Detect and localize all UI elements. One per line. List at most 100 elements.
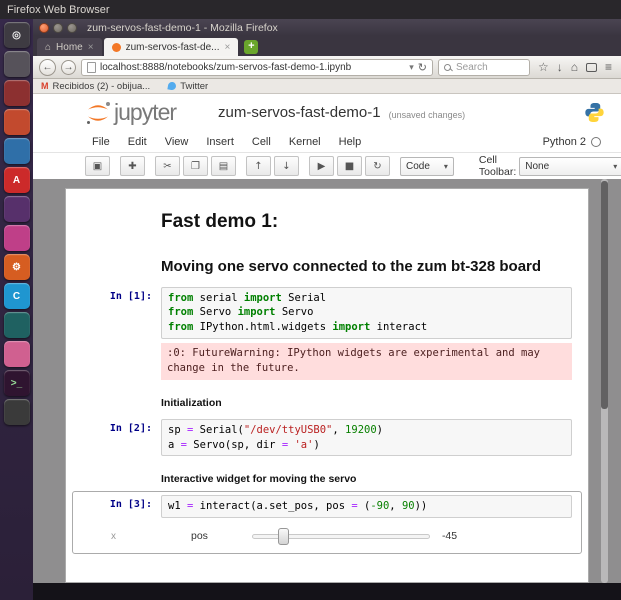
launcher-app-maroon-icon[interactable] <box>4 80 30 106</box>
kernel-idle-icon <box>591 137 601 147</box>
move-up-button[interactable]: ↑ <box>246 156 271 176</box>
chevron-down-icon: ▾ <box>613 162 617 171</box>
markdown-prompt <box>73 464 161 487</box>
firefox-window: zum-servos-fast-demo-1 - Mozilla Firefox… <box>33 19 621 600</box>
markdown-heading: Initialization <box>161 388 572 411</box>
window-close-button[interactable] <box>39 23 49 33</box>
markdown-heading: Interactive widget for moving the servo <box>161 464 572 487</box>
menu-file[interactable]: File <box>83 136 119 148</box>
tab-close-icon[interactable]: × <box>88 42 94 53</box>
code-cell[interactable]: In [1]:from serial import Serialfrom Ser… <box>72 283 582 385</box>
hello-bubble-icon[interactable] <box>586 63 597 72</box>
move-down-button[interactable]: ↓ <box>274 156 299 176</box>
window-maximize-button[interactable] <box>67 23 77 33</box>
notebook-container: Fast demo 1: Moving one servo connected t… <box>65 188 589 583</box>
save-button[interactable]: ▣ <box>85 156 110 176</box>
tab-strip: ⌂ Home × zum-servos-fast-de... × + <box>33 36 621 56</box>
bookmark-gmail[interactable]: M Recibidos (2) - obijua... <box>41 81 150 92</box>
markdown-cell[interactable]: Moving one servo connected to the zum bt… <box>72 239 582 283</box>
scrollbar-thumb[interactable] <box>601 181 608 409</box>
window-minimize-button[interactable] <box>53 23 63 33</box>
page-content: jupyter zum-servos-fast-demo-1 (unsaved … <box>33 94 621 583</box>
cut-cell-button[interactable]: ✂ <box>155 156 180 176</box>
launcher-settings-gear-icon[interactable]: ⚙ <box>4 254 30 280</box>
url-text[interactable]: localhost:8888/notebooks/zum-servos-fast… <box>100 62 405 73</box>
scrollbar-track[interactable] <box>601 179 608 583</box>
restart-kernel-button[interactable]: ↻ <box>365 156 390 176</box>
output-prompt <box>73 343 161 381</box>
markdown-cell[interactable]: Fast demo 1: <box>72 197 582 239</box>
cell-toolbar-select[interactable]: None ▾ <box>519 157 621 176</box>
kernel-indicator: Python 2 <box>543 136 601 148</box>
slider-track[interactable] <box>252 534 430 539</box>
markdown-cell[interactable]: Interactive widget for moving the servo <box>72 460 582 491</box>
code-line: from IPython.html.widgets import interac… <box>168 320 565 335</box>
slider-handle[interactable] <box>278 528 289 545</box>
code-line: from serial import Serial <box>168 291 565 306</box>
markdown-prompt <box>73 243 161 279</box>
cell-type-select[interactable]: Code ▾ <box>400 157 454 176</box>
forward-button[interactable]: → <box>61 60 76 75</box>
markdown-heading: Fast demo 1: <box>161 201 572 235</box>
desktop-menubar[interactable]: Firefox Web Browser <box>0 0 621 19</box>
chevron-down-icon: ▾ <box>444 162 448 171</box>
markdown-prompt <box>73 388 161 411</box>
menu-icon[interactable]: ≡ <box>605 61 612 73</box>
reload-icon[interactable]: ↻ <box>418 61 427 74</box>
launcher-app-purple-icon[interactable] <box>4 196 30 222</box>
code-input[interactable]: sp = Serial("/dev/ttyUSB0", 19200)a = Se… <box>161 419 572 456</box>
run-cell-button[interactable]: ▶ <box>309 156 334 176</box>
url-dropdown-icon[interactable]: ▾ <box>409 62 414 73</box>
menu-edit[interactable]: Edit <box>119 136 156 148</box>
jupyter-logo[interactable]: jupyter <box>85 99 176 126</box>
code-cell[interactable]: In [2]:sp = Serial("/dev/ttyUSB0", 19200… <box>72 415 582 460</box>
new-tab-button[interactable]: + <box>244 40 258 54</box>
launcher-app-red-a-icon[interactable]: A <box>4 167 30 193</box>
interact-widget-output: xpos-45 <box>73 518 581 550</box>
search-bar[interactable]: Search <box>438 59 530 76</box>
launcher-terminal-icon[interactable]: >_ <box>4 370 30 396</box>
kernel-name: Python 2 <box>543 136 586 148</box>
code-cell[interactable]: In [3]:w1 = interact(a.set_pos, pos = (-… <box>72 491 582 554</box>
launcher-app-cyan-c-icon[interactable]: C <box>4 283 30 309</box>
back-button[interactable]: ← <box>39 59 56 76</box>
menu-view[interactable]: View <box>156 136 198 148</box>
launcher-app-blue-icon[interactable] <box>4 138 30 164</box>
notebook-title[interactable]: zum-servos-fast-demo-1 <box>218 104 381 121</box>
menu-cell[interactable]: Cell <box>243 136 280 148</box>
window-titlebar[interactable]: zum-servos-fast-demo-1 - Mozilla Firefox <box>33 19 621 36</box>
url-bar[interactable]: localhost:8888/notebooks/zum-servos-fast… <box>81 59 433 76</box>
stop-kernel-button[interactable]: ■ <box>337 156 362 176</box>
bookmark-star-icon[interactable]: ☆ <box>538 61 549 73</box>
launcher-app-teal-icon[interactable] <box>4 312 30 338</box>
tab-home[interactable]: ⌂ Home × <box>37 38 102 56</box>
add-cell-button[interactable]: ✚ <box>120 156 145 176</box>
code-input[interactable]: w1 = interact(a.set_pos, pos = (-90, 90)… <box>161 495 572 518</box>
launcher-app-orange-red-icon[interactable] <box>4 109 30 135</box>
markdown-cell[interactable]: Initialization <box>72 384 582 415</box>
tab-notebook[interactable]: zum-servos-fast-de... × <box>104 38 239 56</box>
launcher-app-magenta-icon[interactable] <box>4 225 30 251</box>
launcher-ubuntu-dash-icon[interactable]: ◎ <box>4 22 30 48</box>
bookmark-twitter[interactable]: Twitter <box>168 81 208 92</box>
tab-close-icon[interactable]: × <box>225 42 231 53</box>
widget-close-button[interactable]: x <box>111 531 125 542</box>
code-line: w1 = interact(a.set_pos, pos = (-90, 90)… <box>168 499 565 514</box>
menu-kernel[interactable]: Kernel <box>280 136 330 148</box>
home-icon[interactable]: ⌂ <box>571 61 578 73</box>
background-terminal-strip <box>33 583 621 600</box>
tab-notebook-label: zum-servos-fast-de... <box>126 42 220 53</box>
launcher-app-pink-icon[interactable] <box>4 341 30 367</box>
bookmark-label: Twitter <box>180 81 208 92</box>
menu-help[interactable]: Help <box>330 136 371 148</box>
home-favicon-icon: ⌂ <box>45 42 51 53</box>
downloads-icon[interactable]: ↓ <box>557 61 563 73</box>
page-icon <box>87 62 96 73</box>
paste-cell-button[interactable]: ▤ <box>211 156 236 176</box>
launcher-app-dark-icon[interactable] <box>4 399 30 425</box>
launcher-search-lens-icon[interactable] <box>4 51 30 77</box>
copy-cell-button[interactable]: ❐ <box>183 156 208 176</box>
menu-insert[interactable]: Insert <box>197 136 243 148</box>
notebook-toolbar: ▣✚✂❐▤↑↓▶■↻ Code ▾ Cell Toolbar: None ▾ <box>33 153 621 179</box>
code-input[interactable]: from serial import Serialfrom Servo impo… <box>161 287 572 339</box>
